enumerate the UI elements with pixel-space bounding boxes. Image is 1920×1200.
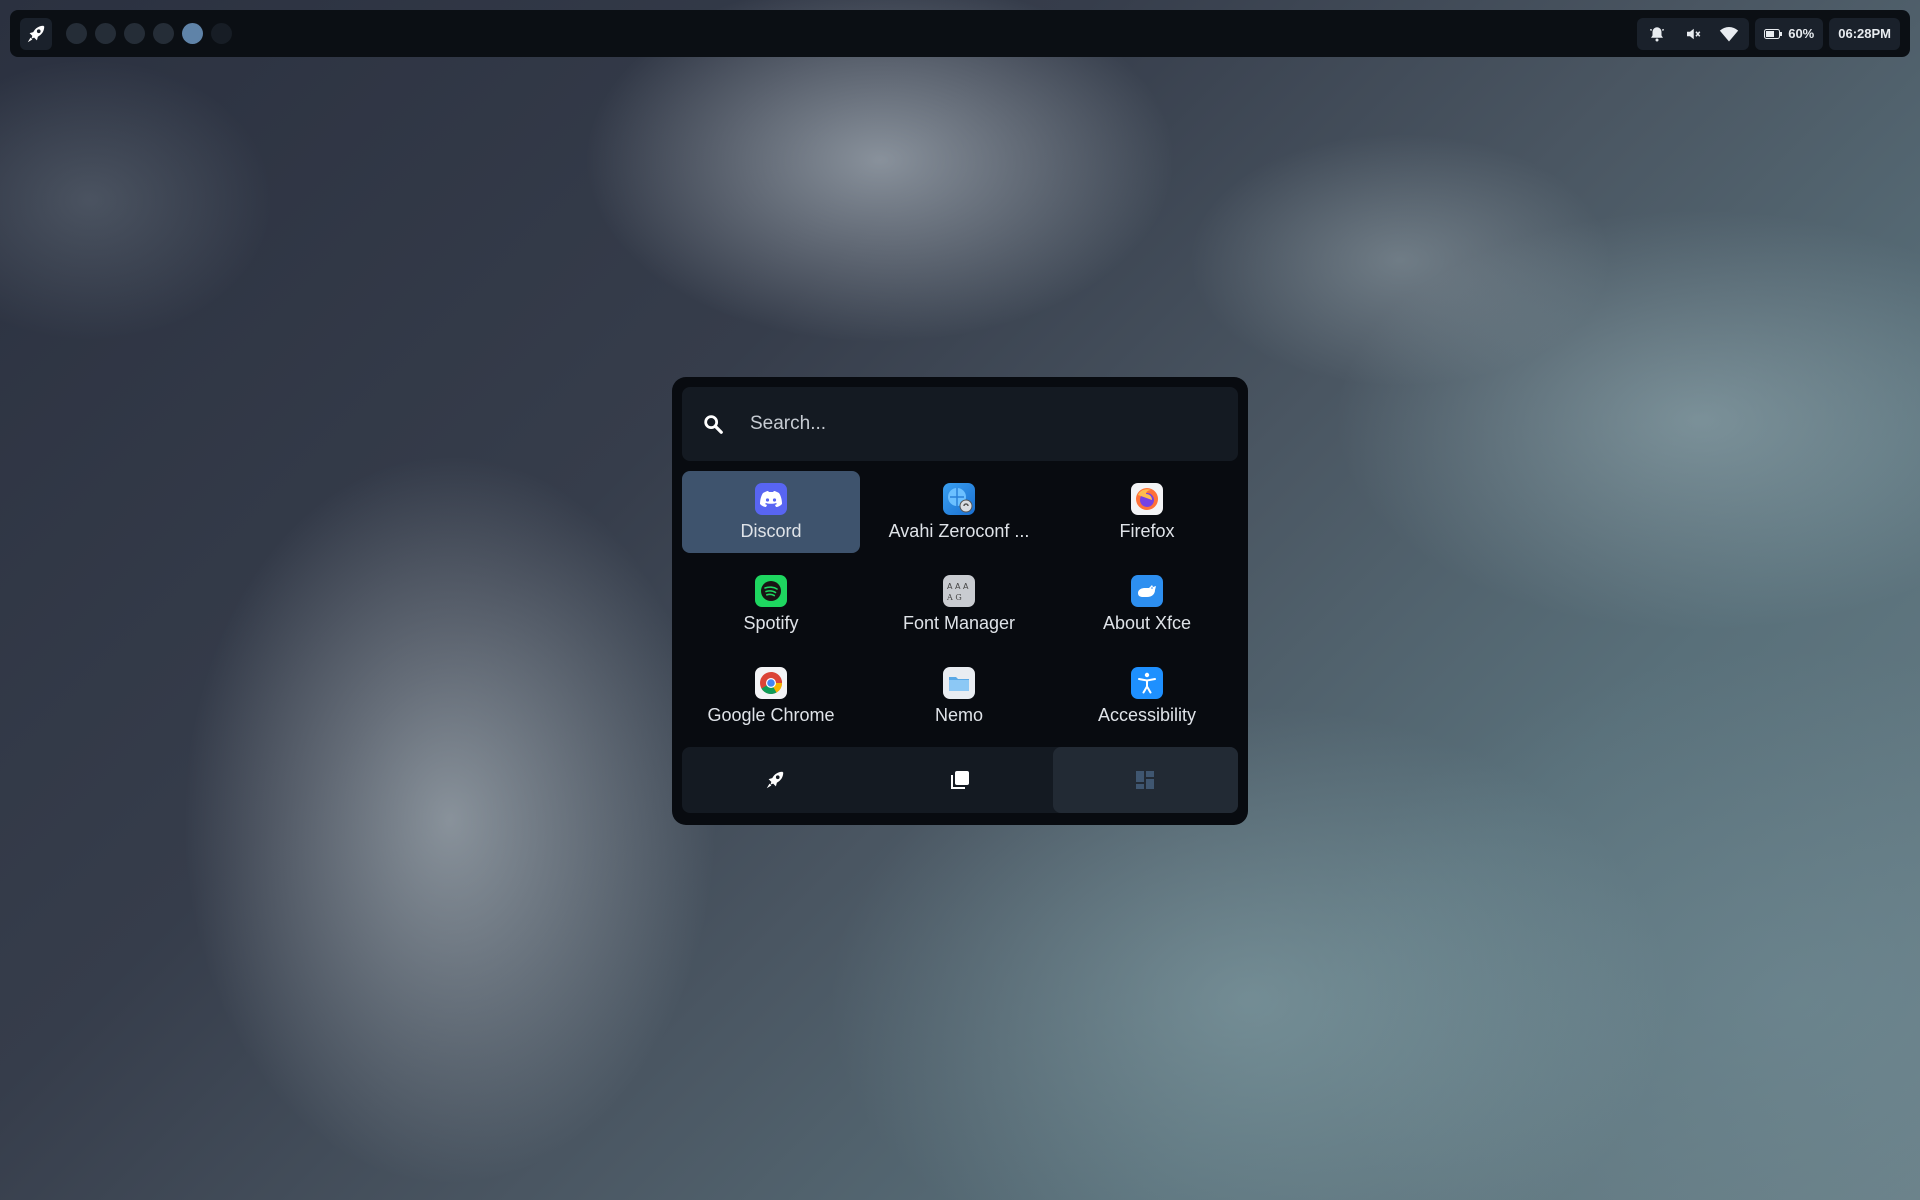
- rocket-icon: [766, 771, 783, 789]
- app-label: Accessibility: [1097, 704, 1197, 725]
- workspace-5[interactable]: [182, 23, 203, 44]
- search-input[interactable]: [750, 413, 1210, 435]
- svg-text:A A A: A A A: [947, 582, 969, 591]
- workspace-2[interactable]: [95, 23, 116, 44]
- app-label: About Xfce: [1102, 612, 1192, 633]
- rocket-icon: [27, 25, 45, 42]
- battery-percent: 60%: [1788, 26, 1815, 41]
- app-accessibility[interactable]: Accessibility: [1058, 655, 1236, 737]
- folder-icon: [943, 666, 975, 699]
- workspace-6[interactable]: [211, 23, 232, 44]
- workspace-3[interactable]: [124, 23, 145, 44]
- launcher-tabs: [682, 747, 1238, 813]
- workspace-1[interactable]: [66, 23, 87, 44]
- app-font-manager[interactable]: A A A A G Font Manager: [870, 563, 1048, 645]
- app-spotify[interactable]: Spotify: [682, 563, 860, 645]
- app-label: Discord: [740, 520, 802, 541]
- search-icon: [704, 415, 723, 434]
- app-label: Font Manager: [902, 612, 1016, 633]
- dashboard-icon: [1136, 771, 1155, 789]
- system-tray: [1637, 17, 1750, 50]
- firefox-icon: [1131, 482, 1163, 515]
- chrome-icon: [755, 666, 787, 699]
- app-avahi[interactable]: Avahi Zeroconf ...: [870, 471, 1048, 553]
- app-grid: Discord Avahi Zeroconf ... Firefox Spoti…: [682, 471, 1238, 737]
- tab-dashboard[interactable]: [1052, 747, 1238, 813]
- search-bar[interactable]: [682, 387, 1238, 461]
- app-label: Avahi Zeroconf ...: [888, 520, 1030, 541]
- accessibility-icon: [1131, 666, 1163, 699]
- launcher-button[interactable]: [20, 17, 52, 50]
- bell-icon[interactable]: [1647, 24, 1667, 44]
- xfce-icon: [1131, 574, 1163, 607]
- app-discord[interactable]: Discord: [682, 471, 860, 553]
- battery-indicator[interactable]: 60%: [1755, 17, 1824, 50]
- wifi-icon[interactable]: [1719, 24, 1739, 44]
- discord-icon: [755, 482, 787, 515]
- app-label: Nemo: [934, 704, 983, 725]
- app-label: Google Chrome: [707, 704, 835, 725]
- workspace-switcher: [66, 23, 232, 44]
- spotify-icon: [755, 574, 787, 607]
- clock[interactable]: 06:28PM: [1829, 17, 1900, 50]
- top-panel: 60% 06:28PM: [10, 10, 1910, 57]
- app-about-xfce[interactable]: About Xfce: [1058, 563, 1236, 645]
- app-label: Spotify: [743, 612, 799, 633]
- avahi-icon: [943, 482, 975, 515]
- app-firefox[interactable]: Firefox: [1058, 471, 1236, 553]
- windows-icon: [950, 771, 969, 789]
- app-launcher: Discord Avahi Zeroconf ... Firefox Spoti…: [672, 377, 1248, 825]
- app-label: Firefox: [1119, 520, 1175, 541]
- svg-text:A G: A G: [946, 593, 962, 602]
- app-google-chrome[interactable]: Google Chrome: [682, 655, 860, 737]
- battery-icon: [1764, 28, 1783, 39]
- tab-windows[interactable]: [867, 747, 1052, 813]
- clock-time: 06:28PM: [1838, 26, 1891, 41]
- app-nemo[interactable]: Nemo: [870, 655, 1048, 737]
- font-manager-icon: A A A A G: [943, 574, 975, 607]
- tab-apps[interactable]: [682, 747, 867, 813]
- volume-muted-icon[interactable]: [1683, 24, 1703, 44]
- workspace-4[interactable]: [153, 23, 174, 44]
